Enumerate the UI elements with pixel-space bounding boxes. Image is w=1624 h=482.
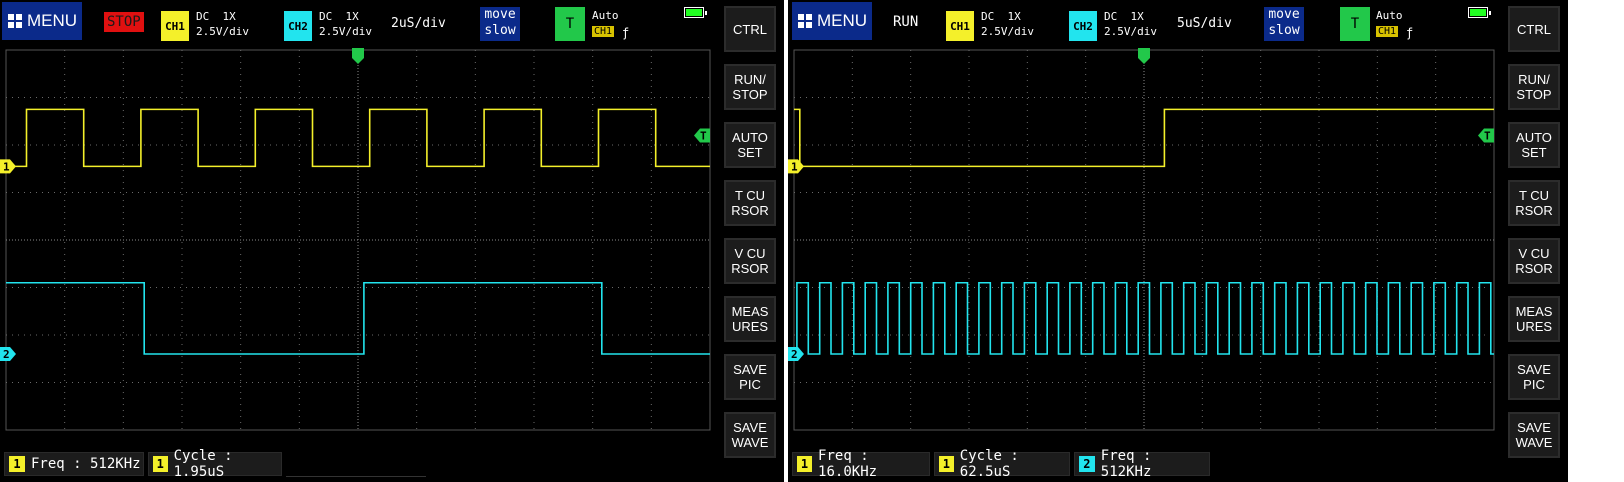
measurement-bar: 1 Freq : 512KHz 1 Cycle : 1.95uS (0, 448, 718, 480)
ch2-coupling: DC 1X (319, 10, 359, 23)
ctrl-button[interactable]: CTRL (724, 6, 776, 52)
measurement-item[interactable]: 1 Cycle : 1.95uS (148, 448, 282, 480)
ch2-scale: 2.5V/div (1104, 25, 1157, 38)
ch1-coupling: DC 1X (196, 10, 236, 23)
measures-button[interactable]: MEAS URES (1508, 296, 1560, 342)
move-speed-button[interactable]: move slow (1264, 7, 1304, 41)
battery-icon (1468, 7, 1491, 18)
ch2-tag[interactable]: CH2 (1069, 11, 1097, 41)
top-status-bar: MENU STOP CH1 DC 1X 2.5V/div CH2 DC 1X 2… (0, 0, 718, 44)
voltage-cursor-button[interactable]: V CU RSOR (1508, 238, 1560, 284)
ch2-tag[interactable]: CH2 (284, 11, 312, 41)
save-pic-button[interactable]: SAVE PIC (724, 354, 776, 400)
measurement-channel-badge: 1 (153, 456, 168, 472)
measurement-item[interactable]: 1 Freq : 512KHz (4, 452, 144, 476)
ch1-tag[interactable]: CH1 (161, 11, 189, 41)
top-status-bar: MENU RUN CH1 DC 1X 2.5V/div CH2 DC 1X 2.… (788, 0, 1502, 44)
ch1-level-marker[interactable]: 1 (0, 159, 16, 174)
measurement-empty-slot (286, 452, 426, 477)
ch1-scale: 2.5V/div (981, 25, 1034, 38)
trigger-level-label: T (1484, 130, 1491, 143)
auto-set-button[interactable]: AUTO SET (1508, 122, 1560, 168)
oscilloscope-screen-right: MENU RUN CH1 DC 1X 2.5V/div CH2 DC 1X 2.… (788, 0, 1568, 482)
measurement-item[interactable]: 1 Freq : 16.0KHz (792, 448, 930, 480)
timebase-readout[interactable]: 2uS/div (391, 16, 446, 31)
ch2-scale: 2.5V/div (319, 25, 372, 38)
measurement-text: Freq : 512KHz (31, 456, 141, 472)
save-pic-button[interactable]: SAVE PIC (1508, 354, 1560, 400)
softkey-sidebar: CTRL RUN/ STOP AUTO SET T CU RSOR V CU RSOR M… (1504, 0, 1568, 482)
ch2-coupling: DC 1X (1104, 10, 1144, 23)
ch1-coupling: DC 1X (981, 10, 1021, 23)
measurement-text: Cycle : 62.5uS (959, 448, 1028, 480)
ch1-scale: 2.5V/div (196, 25, 249, 38)
ctrl-button[interactable]: CTRL (1508, 6, 1560, 52)
run-stop-button[interactable]: RUN/ STOP (1508, 64, 1560, 110)
oscilloscope-screen-left: MENU STOP CH1 DC 1X 2.5V/div CH2 DC 1X 2… (0, 0, 784, 482)
timebase-readout[interactable]: 5uS/div (1177, 16, 1232, 31)
move-speed-button[interactable]: move slow (480, 7, 520, 41)
run-state-indicator[interactable]: RUN (890, 12, 921, 32)
ch2-level-marker[interactable]: 2 (0, 347, 16, 361)
menu-button[interactable]: MENU (792, 2, 872, 40)
trigger-mode: Auto (1376, 9, 1403, 22)
trigger-source: CH1 (592, 26, 615, 37)
measurement-text: Cycle : 1.95uS (173, 448, 241, 480)
trigger-position-marker[interactable] (352, 48, 364, 64)
voltage-cursor-button[interactable]: V CU RSOR (724, 238, 776, 284)
ch1-tag[interactable]: CH1 (946, 11, 974, 41)
save-wave-button[interactable]: SAVE WAVE (724, 412, 776, 458)
trigger-level-marker[interactable]: T (1478, 128, 1494, 143)
time-cursor-button[interactable]: T CU RSOR (1508, 180, 1560, 226)
measurement-item[interactable]: 1 Cycle : 62.5uS (934, 448, 1070, 480)
menu-label: MENU (27, 11, 78, 30)
ch1-level-marker-label: 1 (791, 160, 798, 173)
grid-icon (8, 14, 22, 28)
trigger-mode: Auto (592, 9, 619, 22)
battery-icon (684, 7, 707, 18)
save-wave-button[interactable]: SAVE WAVE (1508, 412, 1560, 458)
measurement-bar: 1 Freq : 16.0KHz 1 Cycle : 62.5uS 2 Freq : 51… (788, 448, 1502, 480)
run-stop-button[interactable]: RUN/ STOP (724, 64, 776, 110)
trigger-source: CH1 (1376, 26, 1399, 37)
menu-label: MENU (817, 11, 868, 30)
trigger-level-label: T (700, 130, 707, 143)
softkey-sidebar: CTRL RUN/ STOP AUTO SET T CU RSOR V CU RSOR M… (720, 0, 784, 482)
ch1-settings: DC 1X 2.5V/div (981, 9, 1034, 39)
ch2-settings: DC 1X 2.5V/div (319, 9, 372, 39)
trigger-tag[interactable]: T (555, 7, 585, 41)
measurement-text: Freq : 512KHz (1100, 448, 1160, 480)
trigger-tag[interactable]: T (1340, 7, 1370, 41)
measurement-channel-badge: 1 (939, 456, 954, 472)
ch2-level-marker-label: 2 (3, 348, 10, 361)
auto-set-button[interactable]: AUTO SET (724, 122, 776, 168)
measurement-channel-badge: 1 (797, 456, 813, 472)
ch1-settings: DC 1X 2.5V/div (196, 9, 249, 39)
measurement-text: Freq : 16.0KHz (818, 448, 878, 480)
measurement-channel-badge: 1 (9, 456, 25, 472)
ch1-level-marker-label: 1 (3, 160, 10, 173)
run-state-indicator[interactable]: STOP (104, 12, 144, 32)
trigger-position-marker[interactable] (1138, 48, 1150, 64)
measurement-channel-badge: 2 (1079, 456, 1095, 472)
rising-edge-icon: ƒ (1406, 26, 1414, 40)
ch2-settings: DC 1X 2.5V/div (1104, 9, 1157, 39)
grid-icon (798, 14, 812, 28)
waveform-display: 1 2 T (0, 48, 711, 431)
ch2-level-marker[interactable]: 2 (788, 347, 804, 361)
ch2-level-marker-label: 2 (791, 348, 798, 361)
menu-button[interactable]: MENU (2, 2, 82, 40)
trigger-level-marker[interactable]: T (694, 128, 710, 143)
measures-button[interactable]: MEAS URES (724, 296, 776, 342)
time-cursor-button[interactable]: T CU RSOR (724, 180, 776, 226)
rising-edge-icon: ƒ (622, 26, 630, 40)
ch1-level-marker[interactable]: 1 (788, 159, 804, 174)
measurement-item[interactable]: 2 Freq : 512KHz (1074, 448, 1210, 480)
waveform-display: 1 2 T (788, 48, 1495, 431)
